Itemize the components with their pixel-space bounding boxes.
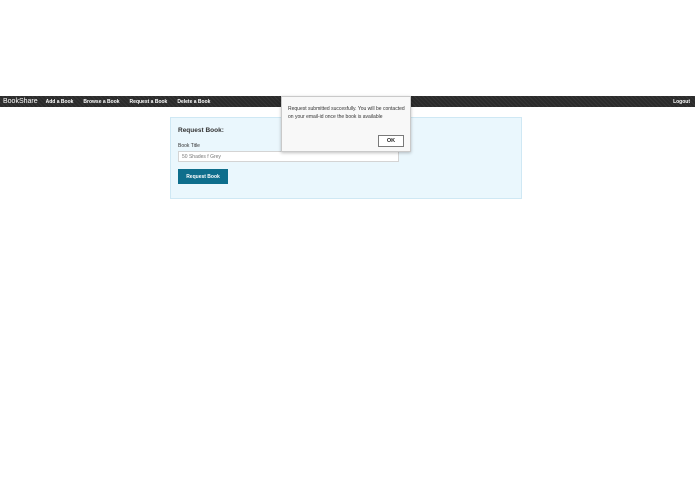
book-title-input[interactable] bbox=[178, 151, 399, 162]
request-book-button[interactable]: Request Book bbox=[178, 169, 228, 184]
form-title: Request Book: bbox=[178, 127, 224, 134]
nav-add-book[interactable]: Add a Book bbox=[46, 99, 74, 105]
brand-logo[interactable]: BookShare bbox=[3, 98, 38, 105]
book-title-label: Book Title bbox=[178, 143, 200, 149]
alert-dialog: Request submitted succesfully. You will … bbox=[281, 96, 411, 152]
ok-button[interactable]: OK bbox=[378, 135, 404, 147]
nav-request-book[interactable]: Request a Book bbox=[130, 99, 168, 105]
nav-delete-book[interactable]: Delete a Book bbox=[177, 99, 210, 105]
page: BookShare Add a Book Browse a Book Reque… bbox=[0, 0, 695, 494]
nav-browse-book[interactable]: Browse a Book bbox=[83, 99, 119, 105]
dialog-message: Request submitted succesfully. You will … bbox=[288, 106, 405, 120]
logout-link[interactable]: Logout bbox=[673, 99, 690, 105]
